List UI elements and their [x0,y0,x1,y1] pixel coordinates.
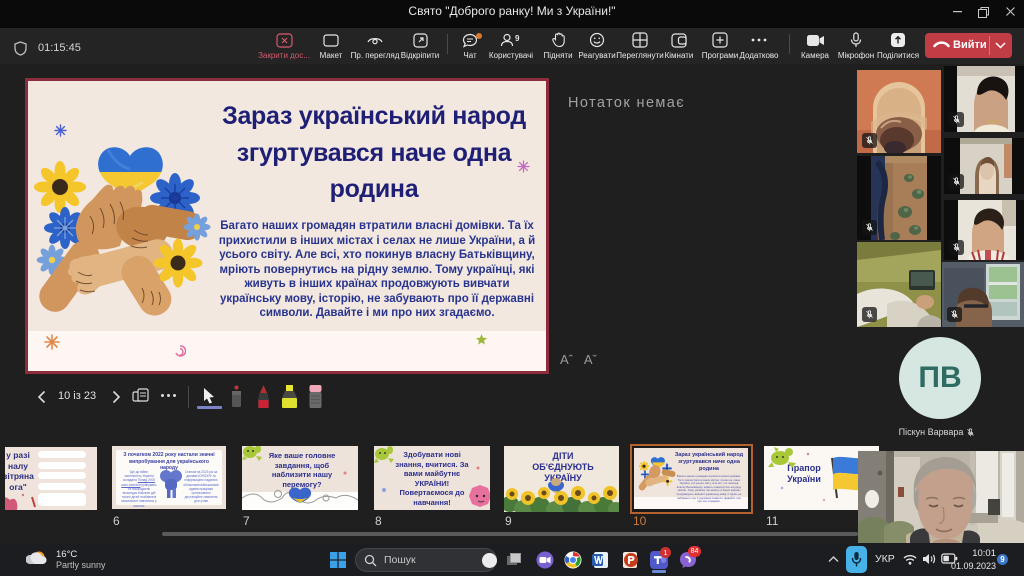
svg-text:9: 9 [515,34,520,43]
